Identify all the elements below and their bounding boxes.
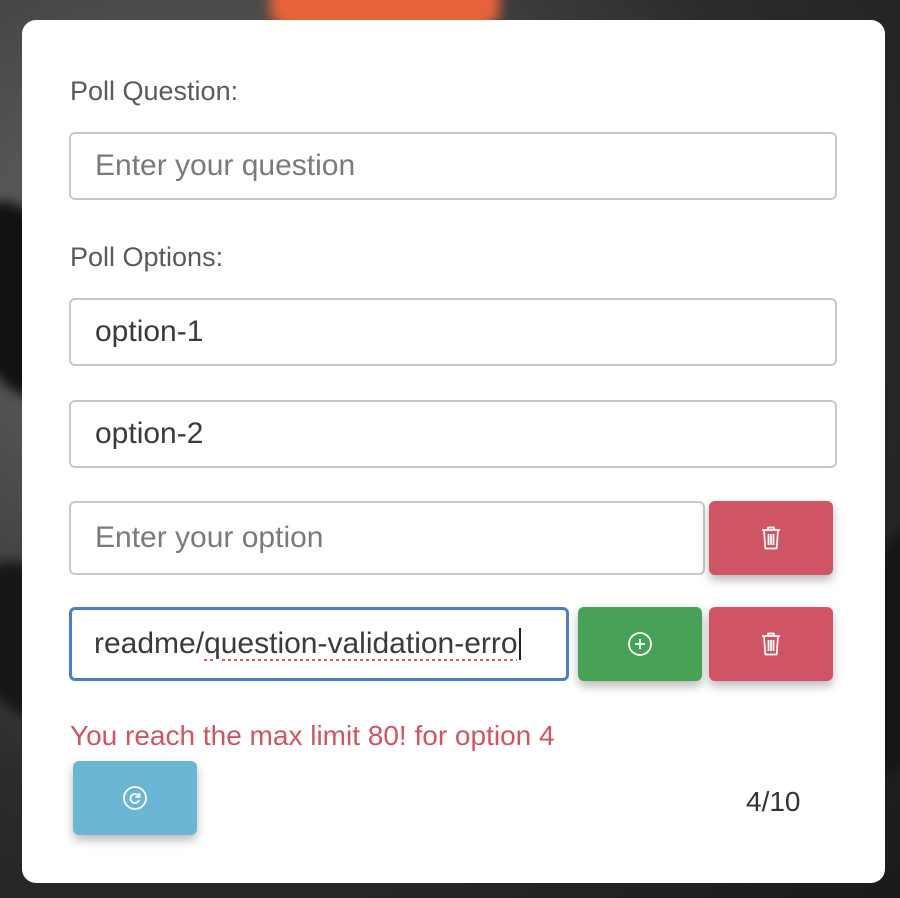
refresh-icon <box>123 786 147 810</box>
reset-button[interactable] <box>73 761 197 835</box>
poll-question-label: Poll Question: <box>70 76 239 106</box>
option-4-input[interactable]: readme/question-validation-erro <box>69 607 569 681</box>
delete-option-3-button[interactable] <box>709 501 833 575</box>
poll-options-label: Poll Options: <box>70 242 224 272</box>
delete-option-4-button[interactable] <box>709 607 833 681</box>
poll-question-input[interactable] <box>69 132 837 200</box>
add-option-button[interactable] <box>578 607 702 681</box>
option-1-input[interactable] <box>69 298 837 366</box>
text-cursor <box>518 628 521 660</box>
validation-error-message: You reach the max limit 80! for option 4 <box>70 720 555 751</box>
option-4-value-text: readme/question-validation-erro <box>94 627 518 660</box>
option-3-input[interactable] <box>69 501 705 575</box>
option-4-value: readme/question-validation-erro <box>94 627 518 661</box>
option-counter: 4/10 <box>746 786 801 817</box>
poll-form-card: Poll Question: Poll Options: readme/ques… <box>22 20 885 883</box>
option-2-input[interactable] <box>69 400 837 468</box>
misspelled-word: question-validation-erro <box>204 627 518 660</box>
trash-icon <box>762 632 780 656</box>
plus-circle-icon <box>628 632 652 656</box>
trash-icon <box>762 526 780 550</box>
